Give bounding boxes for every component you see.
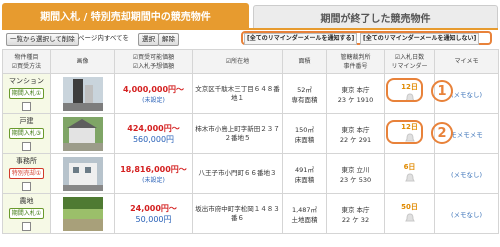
header-price[interactable]: ☑買受可能価額 ☑入札予想価額: [114, 49, 193, 74]
house-photo-icon: [62, 116, 103, 151]
notify-all-button[interactable]: [全てのリマインダーメールを通知する]: [244, 33, 358, 45]
expected-price: (未設定): [142, 96, 165, 104]
select-from-list-button[interactable]: 一覧から選択して削除: [6, 33, 79, 46]
property-thumbnail[interactable]: [62, 116, 103, 151]
type-cell: 事務所 特別売却①: [2, 153, 51, 194]
expected-price: (未設定): [142, 176, 165, 184]
property-type: 戸建: [19, 117, 34, 125]
days-cell: 6日: [384, 153, 435, 194]
select-button[interactable]: 選択: [138, 33, 159, 46]
office-photo-icon: [62, 156, 103, 191]
tab-active-auctions[interactable]: 期間入札 / 特別売却期間中の競売物件: [2, 3, 249, 28]
price-cell: 4,000,000円〜 (未設定): [114, 73, 193, 114]
location-cell: 文京区千駄木三丁目６４８番地１: [192, 73, 283, 114]
bell-icon[interactable]: [403, 173, 417, 183]
header-court: 管轄裁判所 事件番号: [326, 49, 385, 74]
memo-cell[interactable]: (メモなし): [434, 153, 499, 194]
row-checkbox[interactable]: [22, 182, 31, 191]
tab-bar: 期間入札 / 特別売却期間中の競売物件 期間が終了した競売物件: [2, 3, 498, 28]
header-type[interactable]: 物件種目 ☑買受方法: [2, 49, 51, 74]
days-remaining: 6日: [403, 163, 416, 171]
annotation-marker-1: 1: [431, 80, 453, 102]
expected-price: 560,000円: [132, 134, 175, 144]
court-cell: 東京 立川 23 ケ 530: [326, 153, 385, 194]
location-cell: 柿木市小島上町字新田２３７２番地５: [192, 113, 283, 154]
type-cell: マンション 期間入札①: [2, 73, 51, 114]
type-cell: 農地 期間入札①: [2, 193, 51, 234]
header-days[interactable]: ☑入札日数 リマインダー: [384, 49, 435, 74]
image-cell: [50, 153, 115, 194]
row-checkbox[interactable]: [22, 102, 31, 111]
reminder-highlight-2: [386, 120, 423, 144]
property-thumbnail[interactable]: [62, 196, 103, 231]
area-cell: 150㎡ 床面積: [282, 113, 327, 154]
row-checkbox[interactable]: [22, 142, 31, 151]
property-type: 事務所: [16, 157, 37, 165]
table-header: 物件種目 ☑買受方法 画像 ☑買受可能価額 ☑入札予想価額 ☑所在地 面積 管轄裁判…: [2, 49, 499, 74]
row-checkbox[interactable]: [22, 222, 31, 231]
method-badge: 期間入札①: [8, 208, 45, 219]
auction-table: 物件種目 ☑買受方法 画像 ☑買受可能価額 ☑入札予想価額 ☑所在地 面積 管轄裁判…: [2, 49, 499, 234]
minimum-price: 18,816,000円〜: [120, 164, 187, 174]
tab-ended-auctions[interactable]: 期間が終了した競売物件: [253, 5, 498, 28]
no-notify-all-button[interactable]: [全てのリマインダーメールを通知しない]: [360, 33, 480, 45]
header-image: 画像: [50, 49, 115, 74]
method-badge: 期間入札①: [8, 88, 45, 99]
memo-cell[interactable]: (メモなし): [434, 193, 499, 234]
property-thumbnail[interactable]: [62, 156, 103, 191]
court-cell: 東京 本庁 22 ケ 291: [326, 113, 385, 154]
location-cell: 坂出市府中町字松岡１４８３番６: [192, 193, 283, 234]
expected-price: 50,000円: [135, 214, 172, 224]
tab-underline: [2, 28, 498, 30]
table-row: 事務所 特別売却① 18,816,000円〜 (未設定) 八王子市小門町６６番地…: [2, 153, 499, 194]
method-badge: 期間入札③: [8, 128, 45, 139]
table-row: マンション 期間入札① 4,000,000円〜 (未設定) 文京区千駄木三丁目６…: [2, 73, 499, 114]
area-cell: 1,487㎡ 土地面積: [282, 193, 327, 234]
farmland-photo-icon: [62, 196, 103, 231]
clear-button[interactable]: 解除: [158, 33, 179, 46]
court-cell: 東京 本庁 23 ケ 1910: [326, 73, 385, 114]
reminder-highlight-1: [386, 78, 423, 102]
days-cell: 50日: [384, 193, 435, 234]
table-row: 戸建 期間入札③ 424,000円〜 560,000円 柿木市小島上町字新田２３…: [2, 113, 499, 154]
days-remaining: 50日: [401, 203, 418, 211]
property-thumbnail[interactable]: [62, 76, 103, 111]
minimum-price: 24,000円〜: [130, 203, 177, 213]
table-row: 農地 期間入札① 24,000円〜 50,000円 坂出市府中町字松岡１４８３番…: [2, 193, 499, 234]
annotation-marker-2: 2: [431, 122, 453, 144]
header-location[interactable]: ☑所在地: [192, 49, 283, 74]
type-cell: 戸建 期間入札③: [2, 113, 51, 154]
area-cell: 52㎡ 専有面積: [282, 73, 327, 114]
property-type: 農地: [19, 197, 34, 205]
price-cell: 424,000円〜 560,000円: [114, 113, 193, 154]
minimum-price: 4,000,000円〜: [122, 84, 185, 94]
page-select-label: ページ内すべてを: [78, 34, 130, 42]
image-cell: [50, 73, 115, 114]
image-cell: [50, 193, 115, 234]
price-cell: 18,816,000円〜 (未設定): [114, 153, 193, 194]
method-badge: 特別売却①: [8, 168, 45, 179]
image-cell: [50, 113, 115, 154]
location-cell: 八王子市小門町６６番地３: [192, 153, 283, 194]
building-photo-icon: [62, 76, 103, 111]
header-memo: マイメモ: [434, 49, 499, 74]
bell-icon[interactable]: [403, 213, 417, 223]
header-area: 面積: [282, 49, 327, 74]
property-type: マンション: [9, 77, 44, 85]
court-cell: 東京 本庁 22 ケ 32: [326, 193, 385, 234]
area-cell: 491㎡ 床面積: [282, 153, 327, 194]
minimum-price: 424,000円〜: [127, 123, 180, 133]
price-cell: 24,000円〜 50,000円: [114, 193, 193, 234]
